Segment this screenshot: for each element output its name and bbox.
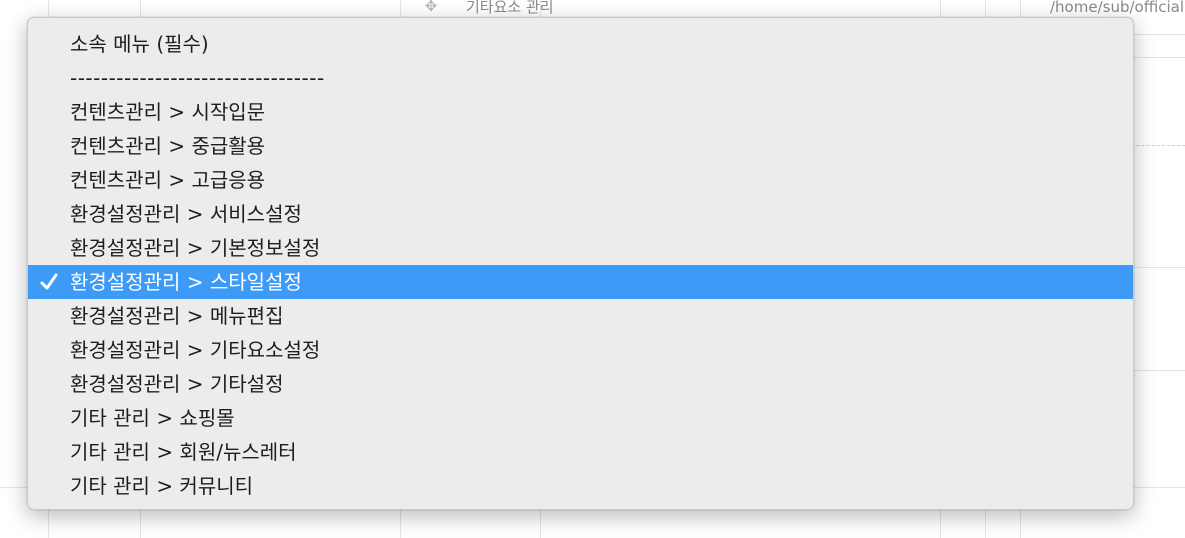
dropdown-option-label: 컨텐츠관리 > 시작입문	[70, 100, 266, 124]
dropdown-option-separator[interactable]: ---------------------------------	[28, 61, 1133, 95]
dropdown-option[interactable]: 기타 관리 > 회원/뉴스레터	[28, 435, 1133, 469]
dropdown-option-selected[interactable]: 환경설정관리 > 스타일설정	[28, 265, 1133, 299]
dropdown-option[interactable]: 환경설정관리 > 기본정보설정	[28, 231, 1133, 265]
dropdown-option[interactable]: 환경설정관리 > 메뉴편집	[28, 299, 1133, 333]
background-url-path: /home/sub/official	[1050, 0, 1184, 15]
background-menu-name: 기타요소 관리	[466, 0, 554, 16]
dropdown-option[interactable]: 컨텐츠관리 > 중급활용	[28, 129, 1133, 163]
dropdown-option-label: 환경설정관리 > 기타설정	[70, 372, 284, 396]
dropdown-option-label: 환경설정관리 > 기타요소설정	[70, 338, 321, 362]
move-handle-icon[interactable]: ✥	[421, 0, 441, 14]
dropdown-option-placeholder[interactable]: 소속 메뉴 (필수)	[28, 27, 1133, 61]
dropdown-option-label: 기타 관리 > 회원/뉴스레터	[70, 440, 297, 464]
parent-menu-dropdown[interactable]: 소속 메뉴 (필수) ------------------------------…	[27, 17, 1134, 510]
dropdown-option-label: 기타 관리 > 커뮤니티	[70, 474, 254, 498]
dropdown-option-label: 환경설정관리 > 서비스설정	[70, 202, 302, 226]
dropdown-option[interactable]: 기타 관리 > 쇼핑몰	[28, 401, 1133, 435]
dropdown-option-label: 소속 메뉴 (필수)	[70, 32, 209, 56]
dropdown-option[interactable]: 컨텐츠관리 > 고급응용	[28, 163, 1133, 197]
dropdown-option-label: 컨텐츠관리 > 중급활용	[70, 134, 266, 158]
dropdown-option[interactable]: 환경설정관리 > 서비스설정	[28, 197, 1133, 231]
dropdown-option[interactable]: 환경설정관리 > 기타요소설정	[28, 333, 1133, 367]
dropdown-option-label: 기타 관리 > 쇼핑몰	[70, 406, 235, 430]
dropdown-option-label: 환경설정관리 > 메뉴편집	[70, 304, 284, 328]
dropdown-option[interactable]: 환경설정관리 > 기타설정	[28, 367, 1133, 401]
checkmark-icon	[37, 265, 61, 299]
dropdown-option[interactable]: 컨텐츠관리 > 시작입문	[28, 95, 1133, 129]
dropdown-option-label: 환경설정관리 > 기본정보설정	[70, 236, 321, 260]
dropdown-option[interactable]: 기타 관리 > 커뮤니티	[28, 469, 1133, 503]
dropdown-option-label: 환경설정관리 > 스타일설정	[70, 270, 302, 294]
dropdown-option-label: 컨텐츠관리 > 고급응용	[70, 168, 266, 192]
dropdown-option-label: ---------------------------------	[70, 66, 325, 90]
